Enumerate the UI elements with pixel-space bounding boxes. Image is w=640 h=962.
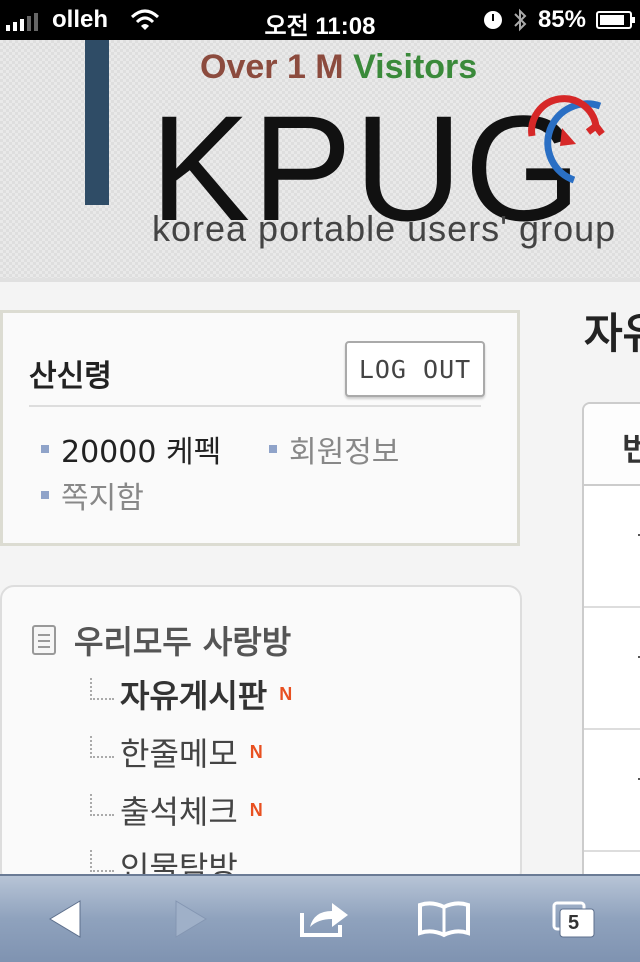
menu-section-label: 우리모두 사랑방 [74,623,292,661]
board-table: 번 [582,402,640,906]
divider [29,405,481,407]
back-button[interactable] [34,894,94,944]
menu-item-label: 출석체크 [120,793,238,831]
table-header: 번 [584,404,640,486]
swirl-logo-icon [528,95,605,184]
browser-toolbar: 5 [0,874,640,962]
member-info-link[interactable]: 회원정보 [269,427,399,471]
new-badge: N [249,799,263,820]
bullet-icon [269,445,277,453]
bookmarks-icon [418,901,470,938]
points-label: 20000 케펙 [61,435,222,470]
username: 산신령 [29,359,112,394]
logout-button[interactable]: LOG OUT [345,341,485,397]
table-row[interactable] [584,608,640,730]
bookmarks-button[interactable] [414,894,474,944]
table-row[interactable] [584,486,640,608]
menu-item-free-board[interactable]: 자유게시판 N [90,671,292,717]
share-button[interactable] [294,894,354,944]
forward-arrow-icon [175,900,207,938]
status-right: 85% [483,6,635,34]
new-badge: N [279,683,293,704]
board-title: 자유 [584,309,640,358]
tree-connector [90,794,114,816]
battery-percent: 85% [537,6,586,33]
bullet-icon [41,445,49,453]
new-badge: N [249,741,263,762]
battery-icon [596,11,635,29]
points-link[interactable]: 20000 케펙 [41,427,221,471]
board-menu: 우리모두 사랑방 자유게시판 N 한줄메모 N 출석체크 N 인물탐방 [0,585,522,885]
site-banner[interactable]: Over 1 M Visitors KPUG korea portable us… [0,40,640,282]
tree-connector [90,736,114,758]
table-row[interactable] [584,730,640,852]
menu-section-title[interactable]: 우리모두 사랑방 [32,617,291,663]
messages-link[interactable]: 쪽지함 [41,473,144,517]
bullet-icon [41,491,49,499]
tagline-prefix: Over 1 M [200,48,354,86]
bluetooth-icon [514,8,527,32]
tabs-button[interactable]: 5 [544,894,604,944]
member-info-label: 회원정보 [289,435,400,470]
menu-item-attendance[interactable]: 출석체크 N [90,787,263,833]
menu-item-one-line-memo[interactable]: 한줄메모 N [90,729,263,775]
tagline-suffix: Visitors [353,48,478,86]
user-panel: 산신령 LOG OUT 20000 케펙 회원정보 쪽지함 [0,310,520,546]
tree-connector [90,678,114,700]
banner-tagline: Over 1 M Visitors [200,48,477,87]
banner-stripe [85,40,109,205]
tab-count: 5 [568,912,580,934]
messages-label: 쪽지함 [61,481,144,516]
document-icon [32,625,56,655]
forward-button[interactable] [162,894,222,944]
back-arrow-icon [49,900,81,938]
status-bar: olleh 오전 11:08 85% [0,0,640,40]
menu-item-label: 자유게시판 [120,677,268,715]
share-icon [300,903,348,937]
banner-subtitle: korea portable users' group [152,208,617,249]
battery-fill [600,15,624,25]
tree-connector [90,850,114,872]
alarm-clock-icon [483,11,502,29]
menu-item-label: 한줄메모 [120,735,238,773]
